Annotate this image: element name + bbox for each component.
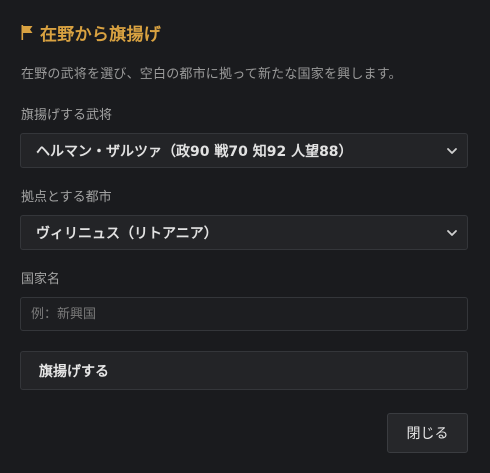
general-label: 旗揚げする武将 [21, 108, 113, 123]
general-select[interactable]: ヘルマン・ザルツァ（政90 戦70 知92 人望88） [20, 133, 468, 168]
city-select-value: ヴィリニュス（リトアニア） [36, 225, 218, 242]
general-select-value: ヘルマン・ザルツァ（政90 戦70 知92 人望88） [36, 143, 353, 160]
chevron-down-icon [447, 148, 457, 154]
found-nation-dialog: 在野から旗揚げ 在野の武将を選び、空白の都市に拠って新たな国家を興します。 旗揚… [0, 0, 490, 473]
nation-name-input[interactable] [20, 297, 468, 331]
city-select[interactable]: ヴィリニュス（リトアニア） [20, 215, 468, 250]
dialog-title: 在野から旗揚げ [21, 20, 162, 45]
dialog-description: 在野の武将を選び、空白の都市に拠って新たな国家を興します。 [21, 67, 402, 82]
dialog-title-text: 在野から旗揚げ [40, 24, 162, 45]
close-button[interactable]: 閉じる [387, 413, 468, 453]
city-label: 拠点とする都市 [21, 190, 112, 205]
chevron-down-icon [447, 230, 457, 236]
flag-icon [21, 24, 33, 40]
found-nation-button[interactable]: 旗揚げする [20, 351, 468, 390]
nation-name-label: 国家名 [21, 272, 61, 287]
